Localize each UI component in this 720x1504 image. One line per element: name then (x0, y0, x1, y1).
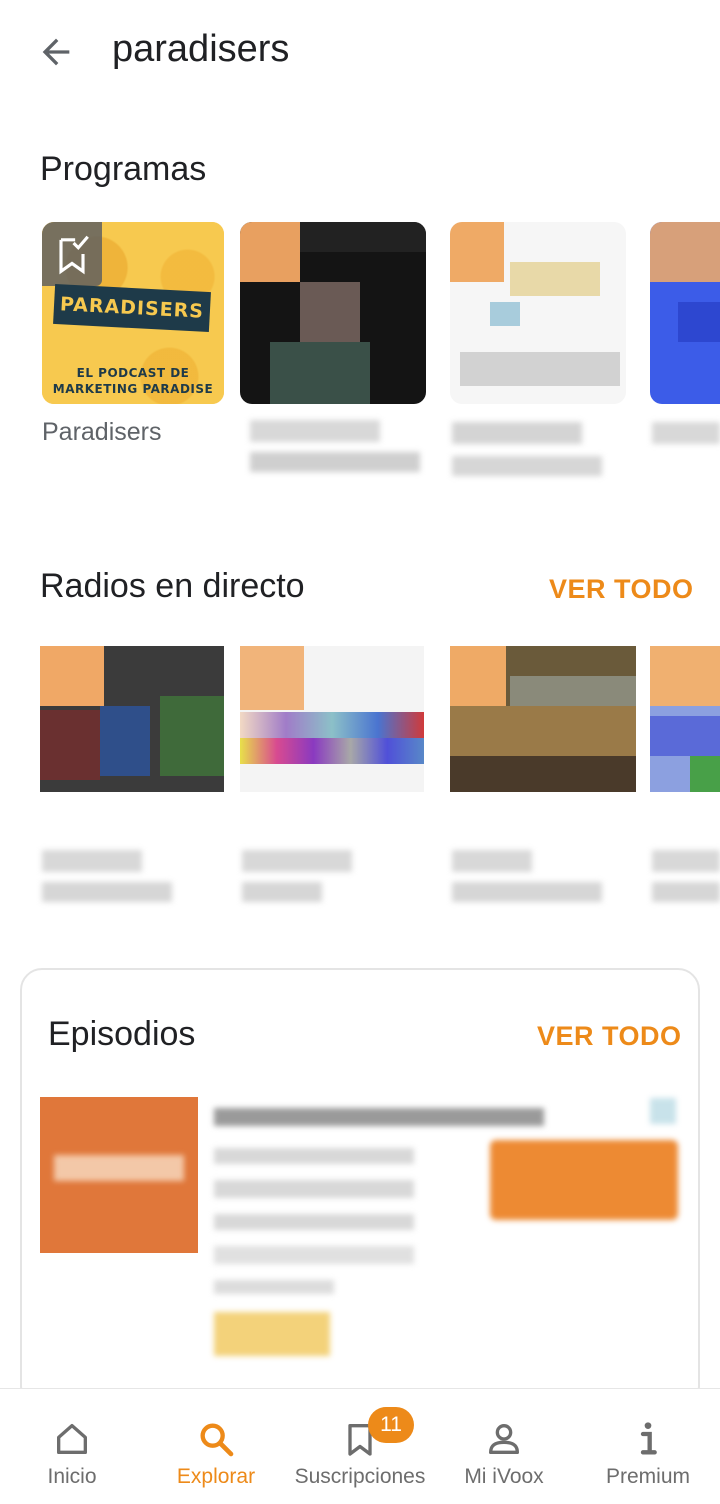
nav-label: Suscripciones (294, 1465, 426, 1488)
cover-subtitle-line2: MARKETING PARADISE (52, 382, 214, 396)
obscured-title (250, 452, 420, 472)
search-query-text[interactable]: paradisers (112, 28, 289, 71)
obscured-title (652, 882, 720, 902)
person-icon (482, 1417, 526, 1461)
nav-label: Premium (605, 1465, 690, 1488)
programs-section-title: Programas (40, 150, 207, 188)
obscured-episode-meta (214, 1246, 414, 1264)
nav-suscripciones[interactable]: 11 Suscripciones (288, 1389, 432, 1504)
bottom-navigation: Inicio Explorar 11 Suscripciones Mi iVoo… (0, 1388, 720, 1504)
program-cover-obscured[interactable] (450, 222, 626, 404)
radios-section-title: Radios en directo (40, 567, 305, 605)
info-icon (626, 1417, 670, 1461)
obscured-title (42, 882, 172, 902)
program-title-paradisers[interactable]: Paradisers (42, 418, 162, 447)
obscured-icon (650, 1098, 676, 1124)
obscured-title (452, 422, 582, 444)
nav-mi-ivoox[interactable]: Mi iVoox (432, 1389, 576, 1504)
nav-premium[interactable]: Premium (576, 1389, 720, 1504)
program-cover-obscured[interactable] (650, 222, 720, 404)
home-icon (50, 1417, 94, 1461)
nav-label: Inicio (47, 1465, 97, 1488)
program-cover-obscured[interactable] (240, 222, 426, 404)
subscriptions-count-badge: 11 (368, 1407, 414, 1443)
cover-subtitle-line1: EL PODCAST DE (76, 366, 190, 380)
radio-station-card[interactable] (240, 646, 424, 792)
obscured-episode-meta (214, 1180, 414, 1198)
obscured-title (250, 420, 380, 442)
obscured-title (452, 850, 532, 872)
radio-station-card[interactable] (650, 646, 720, 792)
episode-action-button[interactable] (490, 1140, 678, 1220)
subscribed-badge (42, 222, 102, 286)
obscured-title (452, 882, 602, 902)
obscured-episode-meta (214, 1214, 414, 1230)
nav-label: Explorar (176, 1465, 256, 1488)
radio-station-card[interactable] (450, 646, 636, 792)
back-button[interactable] (30, 26, 82, 78)
obscured-title (452, 456, 602, 476)
episode-thumbnail[interactable] (40, 1097, 198, 1253)
nav-label: Mi iVoox (464, 1465, 544, 1488)
search-icon (194, 1417, 238, 1461)
obscured-title (652, 422, 720, 444)
obscured-title (242, 882, 322, 902)
program-cover-paradisers[interactable]: PARADISERS EL PODCAST DE MARKETING PARAD… (42, 222, 224, 404)
obscured-episode-title (214, 1108, 544, 1126)
cover-title-banner: PARADISERS (53, 283, 211, 333)
obscured-episode-meta (214, 1280, 334, 1294)
bookmark-check-icon (59, 235, 89, 275)
nav-inicio[interactable]: Inicio (0, 1389, 144, 1504)
obscured-title (652, 850, 720, 872)
radios-see-all-link[interactable]: VER TODO (549, 574, 694, 605)
nav-explorar[interactable]: Explorar (144, 1389, 288, 1504)
episodes-section-title: Episodios (48, 1015, 196, 1053)
radio-station-card[interactable] (40, 646, 224, 792)
obscured-title (242, 850, 352, 872)
obscured-episode-tag (214, 1312, 330, 1356)
obscured-title (42, 850, 142, 872)
episodes-see-all-link[interactable]: VER TODO (537, 1021, 682, 1052)
arrow-left-icon (42, 38, 70, 66)
search-header: paradisers (0, 0, 720, 104)
obscured-episode-meta (214, 1148, 414, 1164)
obscured-thumb-text (54, 1155, 184, 1181)
